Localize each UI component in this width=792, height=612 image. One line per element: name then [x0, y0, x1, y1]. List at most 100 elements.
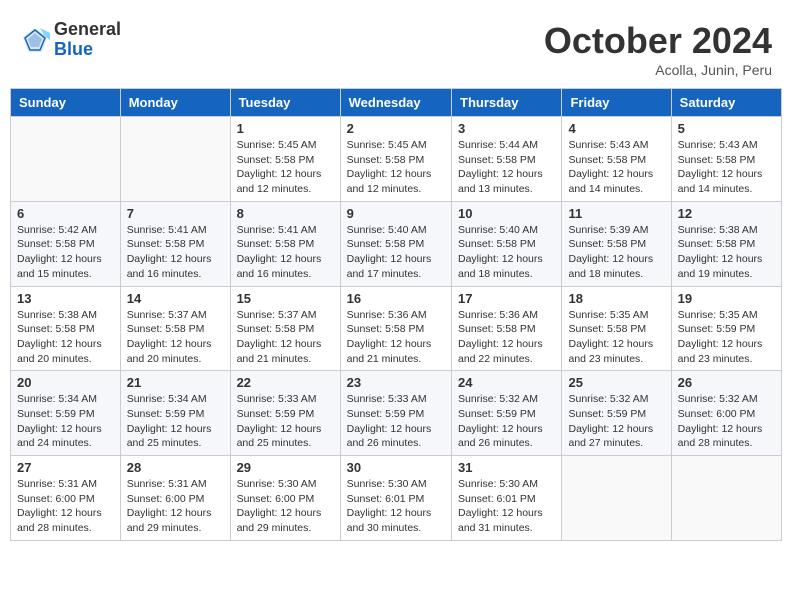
day-number: 6 — [17, 206, 114, 221]
calendar-cell: 4 Sunrise: 5:43 AMSunset: 5:58 PMDaylight… — [562, 117, 671, 202]
weekday-header-monday: Monday — [120, 89, 230, 117]
day-info: Sunrise: 5:45 AMSunset: 5:58 PMDaylight:… — [347, 138, 445, 197]
calendar-cell: 11 Sunrise: 5:39 AMSunset: 5:58 PMDayligh… — [562, 201, 671, 286]
calendar-week-5: 27 Sunrise: 5:31 AMSunset: 6:00 PMDayligh… — [11, 456, 782, 541]
calendar-cell: 9 Sunrise: 5:40 AMSunset: 5:58 PMDaylight… — [340, 201, 451, 286]
day-number: 26 — [678, 375, 775, 390]
calendar-cell: 29 Sunrise: 5:30 AMSunset: 6:00 PMDayligh… — [230, 456, 340, 541]
day-number: 20 — [17, 375, 114, 390]
calendar-cell: 25 Sunrise: 5:32 AMSunset: 5:59 PMDayligh… — [562, 371, 671, 456]
calendar-week-2: 6 Sunrise: 5:42 AMSunset: 5:58 PMDaylight… — [11, 201, 782, 286]
day-info: Sunrise: 5:44 AMSunset: 5:58 PMDaylight:… — [458, 138, 555, 197]
weekday-row: SundayMondayTuesdayWednesdayThursdayFrid… — [11, 89, 782, 117]
day-number: 28 — [127, 460, 224, 475]
calendar-week-3: 13Sunrise: 5:38 AMSunset: 5:58 PMDayligh… — [11, 286, 782, 371]
day-number: 30 — [347, 460, 445, 475]
day-number: 31 — [458, 460, 555, 475]
day-number: 8 — [237, 206, 334, 221]
day-info: Sunrise: 5:40 AMSunset: 5:58 PMDaylight:… — [347, 223, 445, 282]
weekday-header-thursday: Thursday — [452, 89, 562, 117]
weekday-header-tuesday: Tuesday — [230, 89, 340, 117]
day-info: Sunrise: 5:43 AMSunset: 5:58 PMDaylight:… — [678, 138, 775, 197]
day-number: 14 — [127, 291, 224, 306]
day-number: 22 — [237, 375, 334, 390]
day-info: Sunrise: 5:32 AMSunset: 5:59 PMDaylight:… — [458, 392, 555, 451]
day-info: Sunrise: 5:31 AMSunset: 6:00 PMDaylight:… — [17, 477, 114, 536]
calendar-cell: 19 Sunrise: 5:35 AMSunset: 5:59 PMDayligh… — [671, 286, 781, 371]
calendar-cell — [120, 117, 230, 202]
day-number: 3 — [458, 121, 555, 136]
day-number: 29 — [237, 460, 334, 475]
calendar-cell: 16Sunrise: 5:36 AMSunset: 5:58 PMDayligh… — [340, 286, 451, 371]
calendar-body: 1 Sunrise: 5:45 AMSunset: 5:58 PMDaylight… — [11, 117, 782, 541]
day-number: 1 — [237, 121, 334, 136]
day-number: 5 — [678, 121, 775, 136]
day-number: 27 — [17, 460, 114, 475]
day-number: 25 — [568, 375, 664, 390]
day-info: Sunrise: 5:35 AMSunset: 5:59 PMDaylight:… — [678, 308, 775, 367]
calendar-cell: 24 Sunrise: 5:32 AMSunset: 5:59 PMDayligh… — [452, 371, 562, 456]
day-info: Sunrise: 5:39 AMSunset: 5:58 PMDaylight:… — [568, 223, 664, 282]
calendar-header: SundayMondayTuesdayWednesdayThursdayFrid… — [11, 89, 782, 117]
day-info: Sunrise: 5:33 AMSunset: 5:59 PMDaylight:… — [347, 392, 445, 451]
day-number: 4 — [568, 121, 664, 136]
day-info: Sunrise: 5:32 AMSunset: 6:00 PMDaylight:… — [678, 392, 775, 451]
calendar-cell: 21 Sunrise: 5:34 AMSunset: 5:59 PMDayligh… — [120, 371, 230, 456]
calendar-cell: 20 Sunrise: 5:34 AMSunset: 5:59 PMDayligh… — [11, 371, 121, 456]
calendar-cell: 12Sunrise: 5:38 AMSunset: 5:58 PMDayligh… — [671, 201, 781, 286]
calendar-cell: 30 Sunrise: 5:30 AMSunset: 6:01 PMDayligh… — [340, 456, 451, 541]
calendar-cell: 27 Sunrise: 5:31 AMSunset: 6:00 PMDayligh… — [11, 456, 121, 541]
calendar-cell: 26 Sunrise: 5:32 AMSunset: 6:00 PMDayligh… — [671, 371, 781, 456]
day-info: Sunrise: 5:34 AMSunset: 5:59 PMDaylight:… — [127, 392, 224, 451]
calendar-week-4: 20 Sunrise: 5:34 AMSunset: 5:59 PMDayligh… — [11, 371, 782, 456]
weekday-header-friday: Friday — [562, 89, 671, 117]
logo-general: General — [54, 20, 121, 40]
calendar-cell: 31 Sunrise: 5:30 AMSunset: 6:01 PMDayligh… — [452, 456, 562, 541]
calendar-cell: 5 Sunrise: 5:43 AMSunset: 5:58 PMDaylight… — [671, 117, 781, 202]
day-info: Sunrise: 5:37 AMSunset: 5:58 PMDaylight:… — [237, 308, 334, 367]
day-number: 11 — [568, 206, 664, 221]
day-number: 9 — [347, 206, 445, 221]
day-info: Sunrise: 5:30 AMSunset: 6:01 PMDaylight:… — [458, 477, 555, 536]
calendar-week-1: 1 Sunrise: 5:45 AMSunset: 5:58 PMDaylight… — [11, 117, 782, 202]
logo-text: General Blue — [54, 20, 121, 60]
page-header: General Blue October 2024 Acolla, Junin,… — [10, 10, 782, 83]
day-info: Sunrise: 5:42 AMSunset: 5:58 PMDaylight:… — [17, 223, 114, 282]
calendar-cell: 28 Sunrise: 5:31 AMSunset: 6:00 PMDayligh… — [120, 456, 230, 541]
day-info: Sunrise: 5:30 AMSunset: 6:00 PMDaylight:… — [237, 477, 334, 536]
day-number: 7 — [127, 206, 224, 221]
day-info: Sunrise: 5:33 AMSunset: 5:59 PMDaylight:… — [237, 392, 334, 451]
logo-icon — [20, 25, 50, 55]
calendar-cell: 13Sunrise: 5:38 AMSunset: 5:58 PMDayligh… — [11, 286, 121, 371]
calendar-cell: 2Sunrise: 5:45 AMSunset: 5:58 PMDaylight… — [340, 117, 451, 202]
calendar-cell — [11, 117, 121, 202]
day-info: Sunrise: 5:45 AMSunset: 5:58 PMDaylight:… — [237, 138, 334, 197]
day-info: Sunrise: 5:43 AMSunset: 5:58 PMDaylight:… — [568, 138, 664, 197]
day-info: Sunrise: 5:35 AMSunset: 5:58 PMDaylight:… — [568, 308, 664, 367]
day-info: Sunrise: 5:31 AMSunset: 6:00 PMDaylight:… — [127, 477, 224, 536]
day-number: 18 — [568, 291, 664, 306]
calendar-cell: 7Sunrise: 5:41 AMSunset: 5:58 PMDaylight… — [120, 201, 230, 286]
day-info: Sunrise: 5:34 AMSunset: 5:59 PMDaylight:… — [17, 392, 114, 451]
day-number: 19 — [678, 291, 775, 306]
calendar-cell: 18 Sunrise: 5:35 AMSunset: 5:58 PMDayligh… — [562, 286, 671, 371]
day-number: 15 — [237, 291, 334, 306]
calendar-cell — [671, 456, 781, 541]
title-section: October 2024 Acolla, Junin, Peru — [544, 20, 772, 78]
day-info: Sunrise: 5:32 AMSunset: 5:59 PMDaylight:… — [568, 392, 664, 451]
logo: General Blue — [20, 20, 121, 60]
calendar-cell: 15 Sunrise: 5:37 AMSunset: 5:58 PMDayligh… — [230, 286, 340, 371]
day-info: Sunrise: 5:41 AMSunset: 5:58 PMDaylight:… — [237, 223, 334, 282]
weekday-header-wednesday: Wednesday — [340, 89, 451, 117]
calendar-cell: 22 Sunrise: 5:33 AMSunset: 5:59 PMDayligh… — [230, 371, 340, 456]
month-title: October 2024 — [544, 20, 772, 62]
day-number: 24 — [458, 375, 555, 390]
day-info: Sunrise: 5:30 AMSunset: 6:01 PMDaylight:… — [347, 477, 445, 536]
calendar-cell: 8 Sunrise: 5:41 AMSunset: 5:58 PMDaylight… — [230, 201, 340, 286]
day-number: 16 — [347, 291, 445, 306]
calendar-cell: 14Sunrise: 5:37 AMSunset: 5:58 PMDayligh… — [120, 286, 230, 371]
day-number: 12 — [678, 206, 775, 221]
day-number: 17 — [458, 291, 555, 306]
calendar-cell: 6 Sunrise: 5:42 AMSunset: 5:58 PMDaylight… — [11, 201, 121, 286]
day-number: 21 — [127, 375, 224, 390]
